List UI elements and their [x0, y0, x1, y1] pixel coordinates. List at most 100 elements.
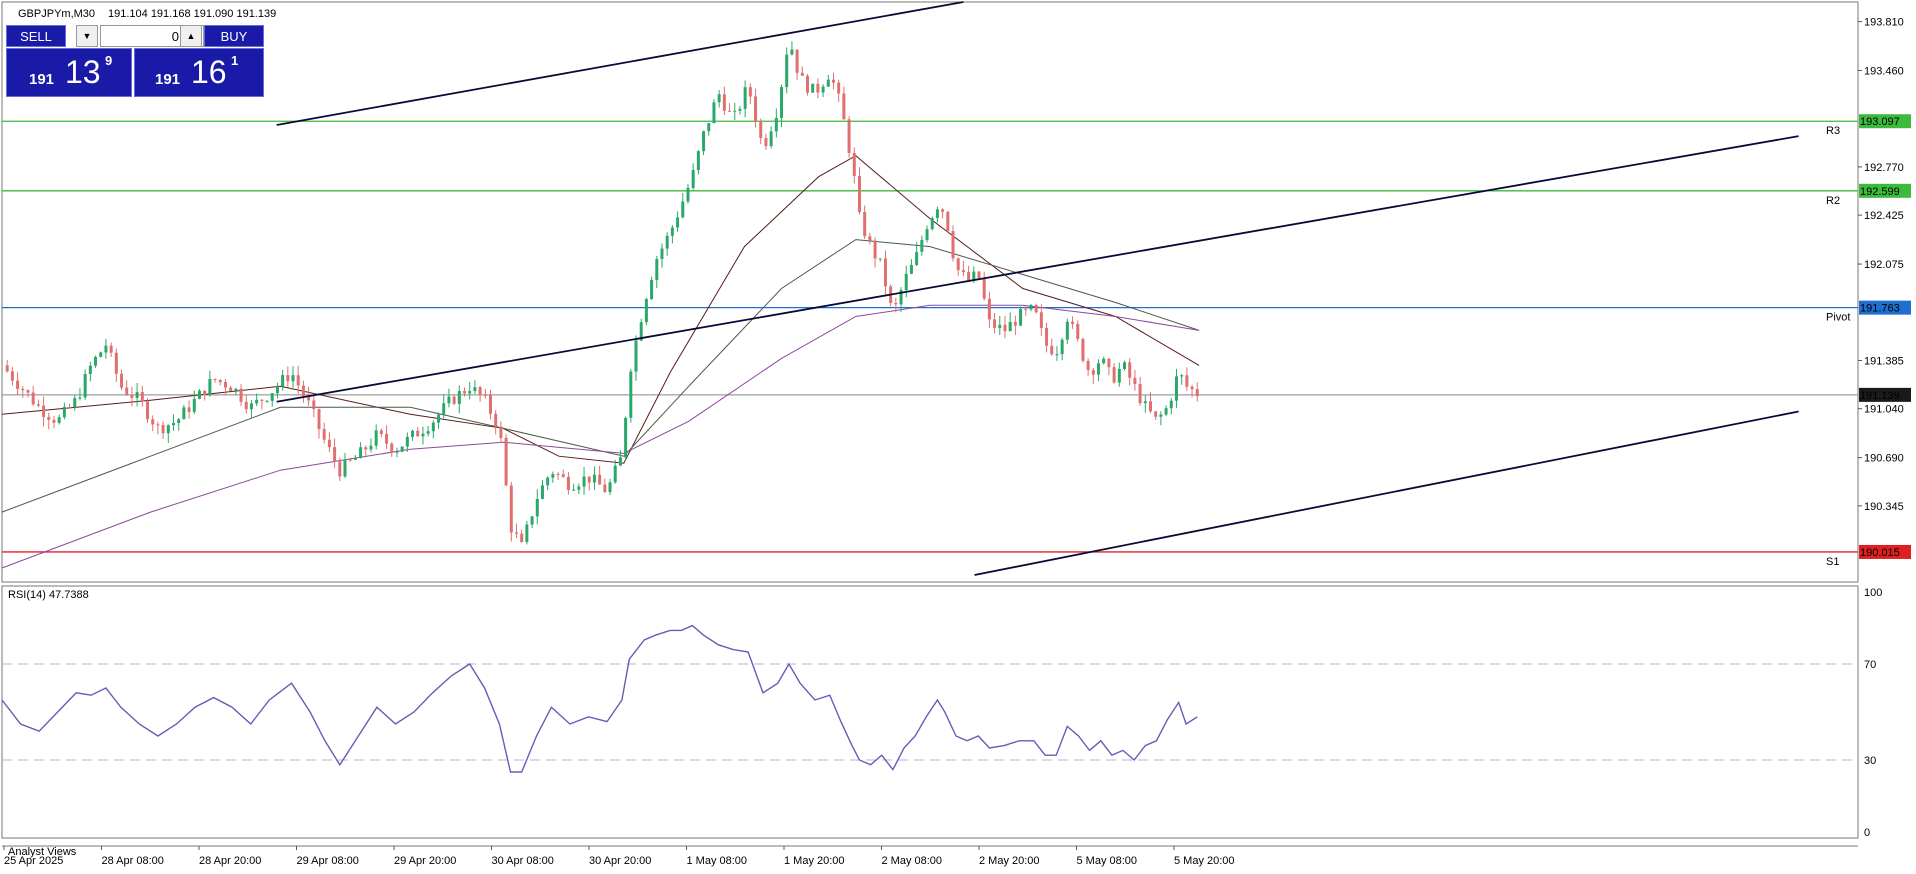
level-price-label: 191.763: [1860, 303, 1900, 315]
candle-body: [1086, 360, 1090, 371]
candle-body: [733, 110, 737, 112]
candle-body: [1133, 377, 1137, 385]
level-label-s1: S1: [1826, 556, 1839, 568]
candle-body: [852, 152, 856, 176]
candle-body: [946, 211, 950, 232]
candle-body: [915, 251, 919, 265]
candle-body: [1034, 305, 1038, 313]
price-chart[interactable]: R3 193.097 R2 192.599 Pivot 191.763 S1 190.015 1…: [0, 0, 1916, 874]
candle-body: [1003, 324, 1007, 332]
candle-body: [442, 403, 446, 415]
candle-body: [951, 231, 955, 259]
sell-price-quote[interactable]: 191 13 9: [6, 48, 132, 97]
candle-body: [203, 390, 207, 396]
time-tick-label: 1 May 20:00: [784, 855, 845, 867]
candle-body: [42, 405, 46, 417]
candle-body: [130, 394, 134, 398]
candle-body: [821, 86, 825, 93]
candle-body: [759, 121, 763, 139]
rsi-title: RSI(14) 47.7388: [8, 589, 89, 601]
buy-price-quote[interactable]: 191 16 1: [134, 48, 264, 97]
candle-body: [769, 131, 773, 147]
candle-body: [1024, 308, 1028, 310]
candle-body: [452, 396, 456, 404]
candle-body: [1164, 408, 1168, 415]
candle-body: [208, 378, 212, 396]
level-label-r3: R3: [1826, 125, 1840, 137]
candle-body: [1071, 321, 1075, 324]
candle-body: [920, 240, 924, 252]
candle-body: [125, 387, 129, 395]
candle-body: [935, 209, 939, 219]
candle-body: [1081, 338, 1085, 361]
candle-body: [613, 465, 617, 483]
price-tick-label: 190.690: [1864, 453, 1904, 465]
candle-body: [99, 352, 103, 357]
candle-body: [182, 407, 186, 420]
analyst-views-tab[interactable]: Analyst Views: [8, 846, 77, 858]
candle-body: [359, 447, 363, 459]
time-tick-label: 2 May 20:00: [979, 855, 1040, 867]
candle-body: [707, 123, 711, 132]
candle-body: [301, 385, 305, 396]
candle-body: [26, 390, 30, 393]
candle-body: [483, 394, 487, 396]
candle-body: [327, 439, 331, 448]
buy-button[interactable]: BUY: [204, 25, 264, 47]
rsi-tick-label: 30: [1864, 755, 1876, 767]
candle-body: [400, 446, 404, 452]
candle-body: [275, 386, 279, 394]
candle-body: [878, 258, 882, 260]
candle-body: [57, 417, 61, 423]
candle-body: [577, 486, 581, 490]
candle-body: [416, 430, 420, 437]
candle-body: [192, 398, 196, 412]
candle-body: [1159, 414, 1163, 417]
candle-body: [826, 79, 830, 87]
sell-price-sup: 9: [105, 53, 113, 68]
candle-body: [156, 424, 160, 426]
candle-body: [177, 419, 181, 424]
sell-button[interactable]: SELL: [6, 25, 66, 47]
candle-body: [1019, 308, 1023, 326]
candle-body: [229, 387, 233, 391]
candle-body: [291, 375, 295, 382]
candle-body: [1128, 362, 1132, 378]
candle-body: [930, 218, 934, 230]
sell-price-main: 13: [65, 54, 101, 90]
candle-body: [171, 423, 175, 426]
candle-body: [956, 258, 960, 271]
candle-body: [748, 87, 752, 97]
candle-body: [494, 413, 498, 427]
candle-body: [1169, 400, 1173, 409]
time-tick-label: 30 Apr 08:00: [492, 855, 554, 867]
one-click-trading-panel: SELL ▼ ▲ BUY 191 13 9 191 16 1: [6, 25, 264, 97]
candle-body: [21, 388, 25, 391]
lot-decrease-button[interactable]: ▼: [76, 25, 98, 47]
candle-body: [967, 272, 971, 281]
candle-body: [868, 236, 872, 241]
candle-body: [249, 403, 253, 410]
candle-body: [754, 96, 758, 122]
candle-body: [1029, 305, 1033, 310]
candle-body: [702, 131, 706, 152]
price-tick-label: 192.425: [1864, 210, 1904, 222]
rsi-tick-label: 70: [1864, 659, 1876, 671]
candle-body: [385, 433, 389, 444]
candle-body: [463, 391, 467, 394]
candle-body: [1008, 321, 1012, 332]
candle-body: [135, 392, 139, 398]
candle-body: [353, 458, 357, 460]
candle-body: [390, 443, 394, 453]
candle-body: [343, 459, 347, 477]
candle-body: [374, 430, 378, 446]
price-tick-label: 190.345: [1864, 501, 1904, 513]
candle-body: [411, 430, 415, 437]
candle-body: [47, 416, 51, 420]
candle-body: [478, 387, 482, 395]
lot-increase-button[interactable]: ▲: [180, 25, 202, 47]
candle-body: [1065, 321, 1069, 340]
candle-body: [1107, 358, 1111, 368]
candle-body: [644, 299, 648, 323]
candle-body: [785, 54, 789, 88]
